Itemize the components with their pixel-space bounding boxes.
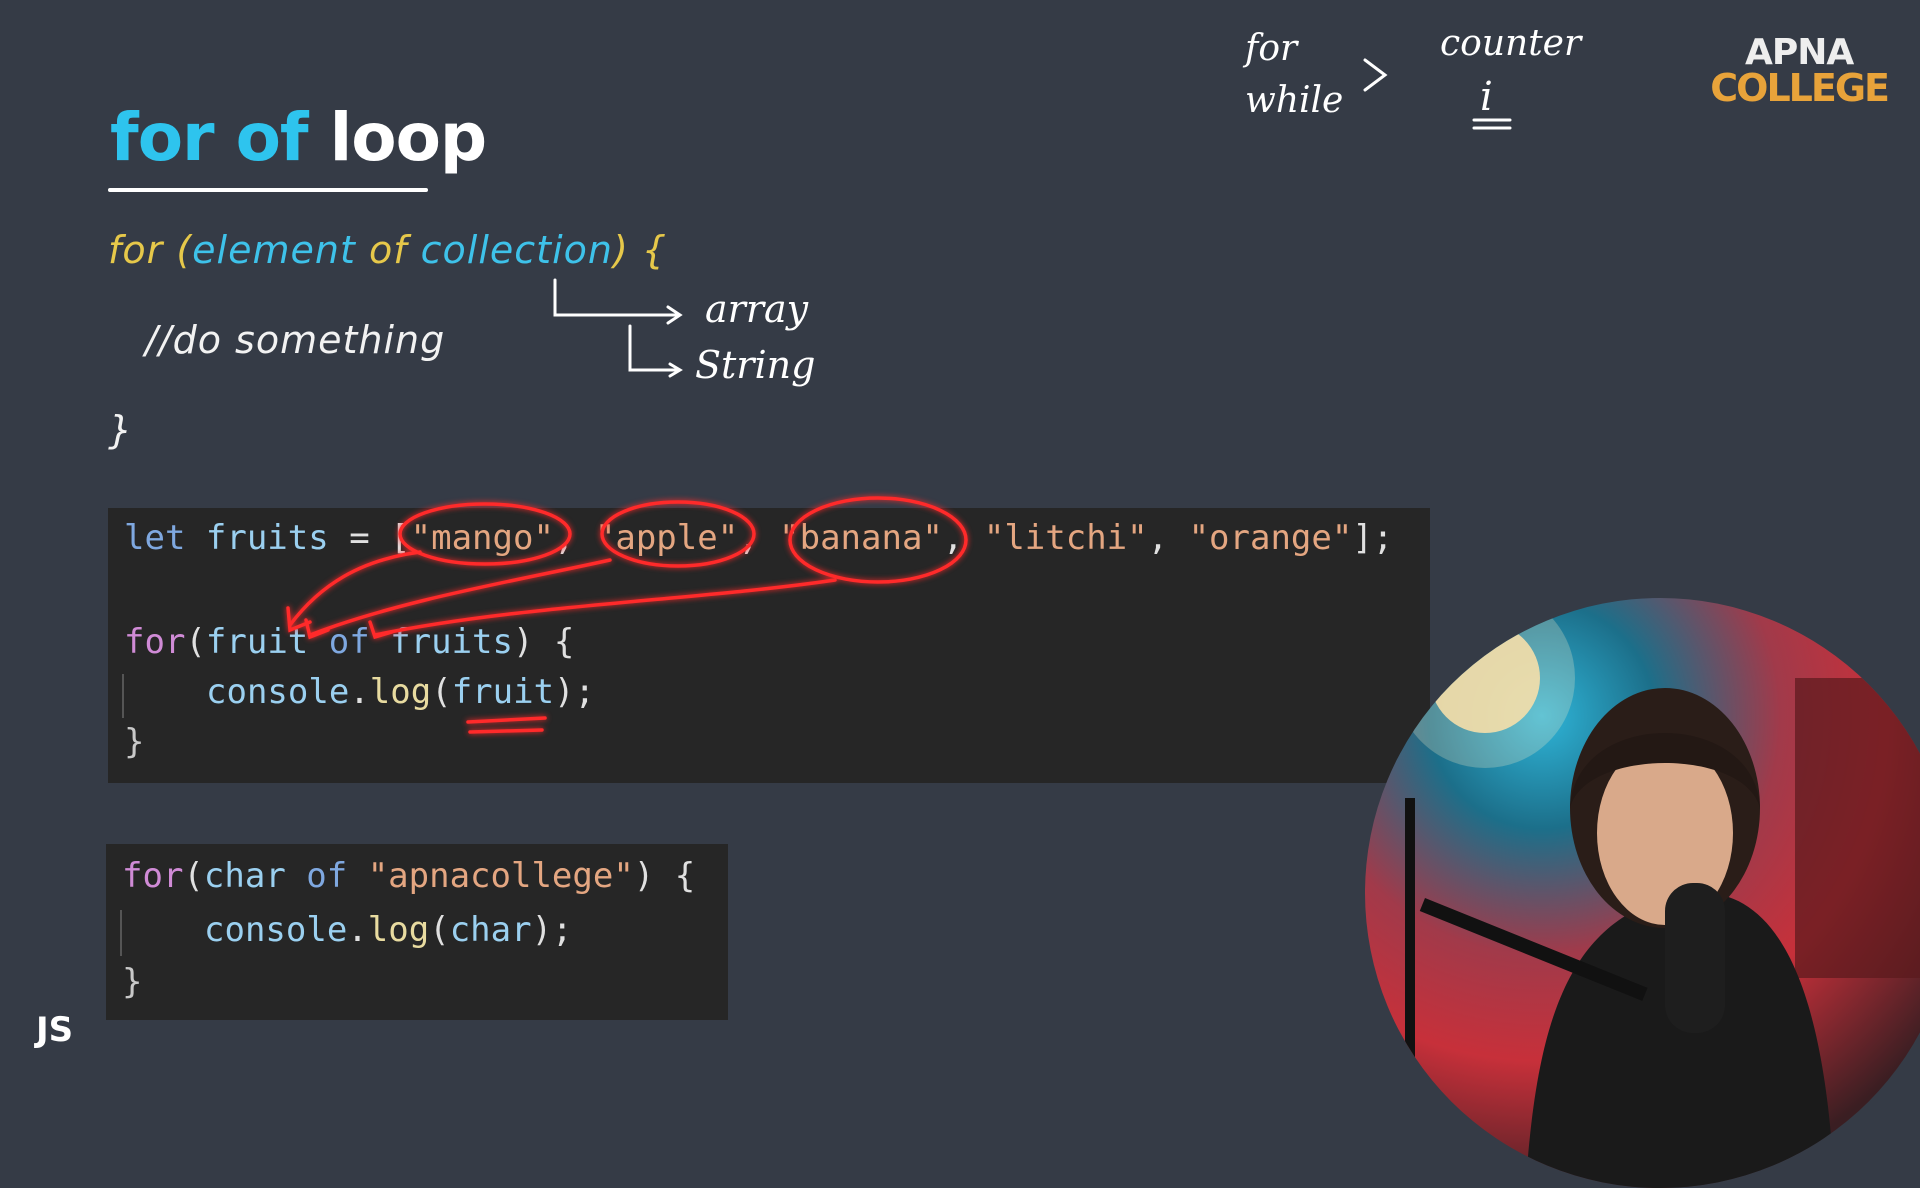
annotation-i: i [1480,74,1493,120]
annotation-layer: for while counter i array String [286,23,1583,734]
annotation-while: while [1245,80,1343,121]
arrow-banana-to-fruit [373,578,837,637]
underline-fruit-arg [466,716,547,734]
arrow-mango-to-fruit [288,550,422,627]
circle-apple [600,500,756,568]
annotation-branch-arrow-1 [553,278,683,325]
annotation-array: array [705,287,809,331]
annotation-counter: counter [1440,23,1583,64]
annotation-for: for [1242,28,1299,69]
annotation-string: String [695,343,815,387]
annotation-branch-arrow-2 [628,324,683,378]
annotation-double-underline [1472,118,1512,130]
circle-mango [398,502,572,566]
annotation-arrow-right-icon [1363,58,1388,92]
circle-banana [788,496,968,584]
